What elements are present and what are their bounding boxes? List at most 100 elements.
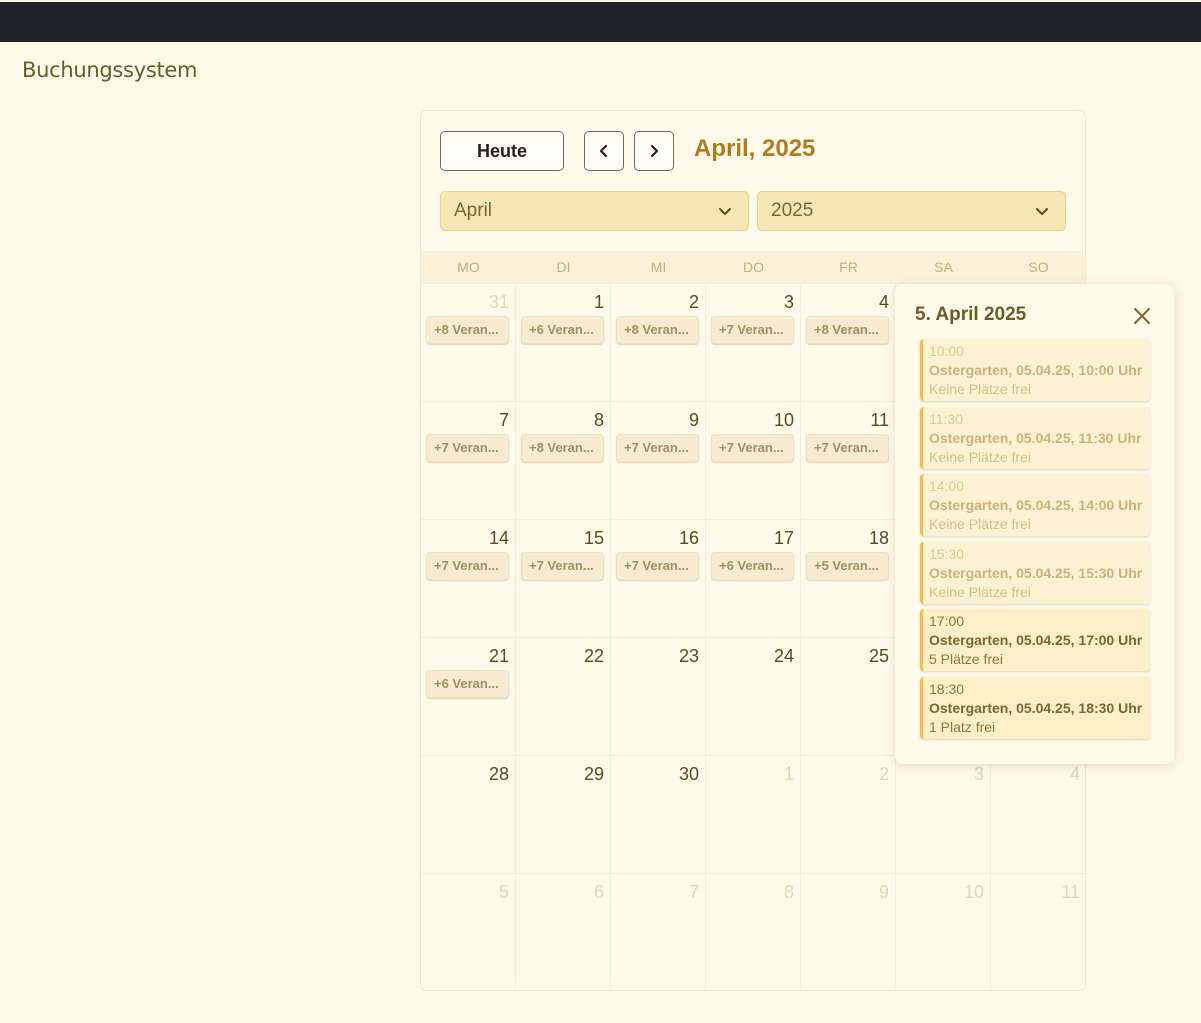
day-cell[interactable]: 14 +7 Veran...	[421, 520, 516, 638]
more-events-chip[interactable]: +7 Veran...	[426, 552, 509, 580]
day-cell[interactable]: 29	[516, 756, 611, 874]
day-number: 24	[773, 646, 794, 666]
day-cell[interactable]: 30	[611, 756, 706, 874]
day-cell[interactable]: 8	[706, 874, 801, 990]
today-button[interactable]: Heute	[440, 131, 564, 171]
month-select-value: April	[454, 200, 493, 221]
event-card[interactable]: 18:30 Ostergarten, 05.04.25, 18:30 Uhr 1 P…	[920, 677, 1150, 739]
more-events-chip[interactable]: +5 Veran...	[806, 552, 889, 580]
day-cell[interactable]: 11 +7 Veran...	[801, 402, 896, 520]
more-events-chip[interactable]: +8 Veran...	[806, 316, 889, 344]
day-number: 1	[783, 764, 794, 784]
next-month-button[interactable]	[634, 131, 674, 171]
day-number: 4	[1069, 764, 1080, 784]
event-status: Keine Plätze frei	[929, 583, 1031, 600]
day-cell[interactable]: 6	[516, 874, 611, 990]
day-number: 21	[488, 646, 509, 666]
year-select[interactable]: 2025	[757, 191, 1066, 231]
day-number: 8	[593, 410, 604, 430]
more-events-chip[interactable]: +7 Veran...	[711, 316, 794, 344]
month-select[interactable]: April	[440, 191, 749, 231]
day-number: 1	[593, 292, 604, 312]
event-card[interactable]: 11:30 Ostergarten, 05.04.25, 11:30 Uhr Kei…	[920, 406, 1150, 469]
week-row: 5 6 7 8 9 10 11	[421, 873, 1085, 990]
day-cell[interactable]: 18 +5 Veran...	[801, 520, 896, 638]
day-cell[interactable]: 11	[991, 874, 1085, 990]
day-events-popover: 5. April 2025 10:00 Ostergarten, 05.04.25…	[895, 284, 1174, 764]
event-title: Ostergarten, 05.04.25, 15:30 Uhr	[929, 564, 1143, 581]
day-number: 30	[678, 764, 699, 784]
more-events-chip[interactable]: +7 Veran...	[616, 552, 699, 580]
day-cell[interactable]: 2	[801, 756, 896, 874]
close-popover-button[interactable]	[1132, 306, 1152, 326]
day-number: 11	[1061, 882, 1080, 902]
day-cell[interactable]: 25	[801, 638, 896, 756]
day-cell[interactable]: 7 +7 Veran...	[421, 402, 516, 520]
top-navbar	[0, 2, 1201, 42]
weekday-header: MO DI MI DO FR SA SO	[421, 251, 1085, 283]
chevron-right-icon	[650, 144, 659, 158]
event-status: Keine Plätze frei	[929, 381, 1031, 397]
day-cell[interactable]: 1	[706, 756, 801, 874]
month-heading: April, 2025	[694, 135, 816, 162]
more-events-chip[interactable]: +6 Veran...	[521, 316, 604, 344]
day-number: 22	[583, 646, 604, 666]
more-events-chip[interactable]: +6 Veran...	[426, 670, 509, 698]
day-cell[interactable]: 15 +7 Veran...	[516, 520, 611, 638]
day-cell[interactable]: 5	[421, 874, 516, 990]
event-time: 14:00	[929, 478, 965, 495]
day-number: 6	[593, 882, 604, 902]
day-cell[interactable]: 4	[991, 756, 1085, 874]
day-cell[interactable]: 9	[801, 874, 896, 990]
day-number: 3	[973, 764, 984, 784]
day-cell[interactable]: 10	[896, 874, 991, 990]
day-cell[interactable]: 17 +6 Veran...	[706, 520, 801, 638]
day-cell[interactable]: 1 +6 Veran...	[516, 284, 611, 402]
day-number: 10	[963, 882, 984, 902]
day-cell[interactable]: 28	[421, 756, 516, 874]
day-cell[interactable]: 4 +8 Veran...	[801, 284, 896, 402]
day-cell[interactable]: 23	[611, 638, 706, 756]
event-title: Ostergarten, 05.04.25, 17:00 Uhr	[929, 632, 1143, 649]
day-cell[interactable]: 16 +7 Veran...	[611, 520, 706, 638]
event-status: Keine Plätze frei	[929, 516, 1031, 533]
event-title: Ostergarten, 05.04.25, 14:00 Uhr	[929, 497, 1143, 514]
more-events-chip[interactable]: +7 Veran...	[521, 552, 604, 580]
more-events-chip[interactable]: +7 Veran...	[806, 434, 889, 462]
day-cell[interactable]: 22	[516, 638, 611, 756]
day-cell[interactable]: 3 +7 Veran...	[706, 284, 801, 402]
more-events-chip[interactable]: +7 Veran...	[616, 434, 699, 462]
weekday-label: DO	[743, 259, 764, 275]
more-events-chip[interactable]: +6 Veran...	[711, 552, 794, 580]
day-cell[interactable]: 3	[896, 756, 991, 874]
event-card[interactable]: 17:00 Ostergarten, 05.04.25, 17:00 Uhr 5 P…	[920, 609, 1150, 672]
event-status: 5 Plätze frei	[929, 651, 1003, 668]
more-events-chip[interactable]: +7 Veran...	[711, 434, 794, 462]
weekday-label: FR	[839, 259, 858, 275]
more-events-chip[interactable]: +8 Veran...	[616, 316, 699, 344]
day-cell[interactable]: 21 +6 Veran...	[421, 638, 516, 756]
day-number: 23	[678, 646, 699, 666]
event-card[interactable]: 14:00 Ostergarten, 05.04.25, 14:00 Uhr Kei…	[920, 474, 1150, 537]
day-cell[interactable]: 7	[611, 874, 706, 990]
chevron-down-icon	[719, 208, 731, 215]
event-card[interactable]: 15:30 Ostergarten, 05.04.25, 15:30 Uhr Kei…	[920, 541, 1150, 604]
more-events-chip[interactable]: +8 Veran...	[521, 434, 604, 462]
event-title: Ostergarten, 05.04.25, 10:00 Uhr	[929, 362, 1143, 378]
day-cell[interactable]: 8 +8 Veran...	[516, 402, 611, 520]
day-cell[interactable]: 10 +7 Veran...	[706, 402, 801, 520]
day-number: 2	[688, 292, 699, 312]
more-events-chip[interactable]: +7 Veran...	[426, 434, 509, 462]
event-card[interactable]: 10:00 Ostergarten, 05.04.25, 10:00 Uhr Kei…	[920, 339, 1150, 401]
day-cell[interactable]: 24	[706, 638, 801, 756]
day-cell[interactable]: 31 +8 Veran...	[421, 284, 516, 402]
day-cell[interactable]: 9 +7 Veran...	[611, 402, 706, 520]
more-events-chip[interactable]: +8 Veran...	[426, 316, 509, 344]
day-number: 4	[878, 292, 889, 312]
prev-month-button[interactable]	[584, 131, 624, 171]
day-number: 16	[678, 528, 699, 548]
weekday-label: SA	[934, 259, 953, 275]
chevron-left-icon	[599, 144, 608, 158]
day-cell[interactable]: 2 +8 Veran...	[611, 284, 706, 402]
weekday-label: DI	[556, 259, 571, 275]
